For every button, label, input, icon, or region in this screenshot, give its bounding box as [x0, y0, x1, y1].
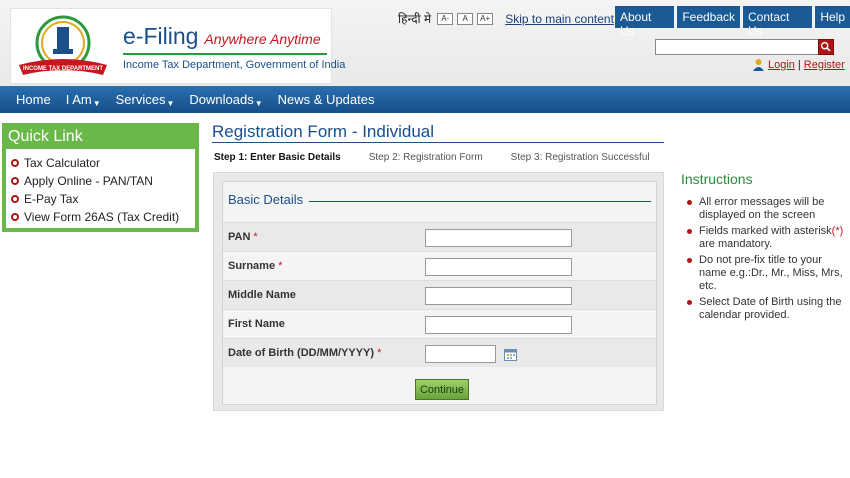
dob-input[interactable] [425, 345, 496, 363]
step-3: Step 3: Registration Successful [510, 152, 650, 163]
login-link[interactable]: Login [768, 59, 795, 71]
brand-name: e-Filing [123, 23, 199, 49]
register-link[interactable]: Register [804, 59, 845, 71]
brand: e-Filing Anywhere Anytime [123, 23, 321, 50]
instruction-text: Fields marked with asterisk [699, 225, 832, 237]
skip-to-main-link[interactable]: Skip to main content [505, 12, 614, 26]
first-name-row: First Name [223, 309, 656, 338]
site-header: INCOME TAX DEPARTMENT e-Filing Anywhere A… [0, 0, 850, 86]
instruction-item: Do not pre-fix title to your name e.g.:D… [686, 254, 848, 293]
quick-link-panel: Quick Link Tax Calculator Apply Online -… [2, 123, 199, 232]
user-icon [753, 59, 764, 71]
nav-news-label: News & Updates [277, 92, 375, 107]
nav-services-label: Services [115, 91, 166, 107]
main-nav: Home I Am▼ Services▼ Downloads▼ News & U… [0, 86, 850, 113]
instruction-item: Fields marked with asterisk(*) are manda… [686, 225, 848, 251]
quick-link-label: Apply Online - PAN/TAN [24, 174, 153, 188]
first-name-label: First Name [228, 318, 285, 330]
quick-link-label: Tax Calculator [24, 156, 101, 170]
top-nav-feedback[interactable]: Feedback [677, 6, 741, 28]
quick-link-form-26as[interactable]: View Form 26AS (Tax Credit) [11, 208, 195, 226]
section-underline [309, 201, 651, 202]
middle-name-label: Middle Name [228, 289, 296, 301]
login-register: Login | Register [752, 58, 845, 71]
instruction-suffix: are mandatory. [699, 238, 773, 250]
nav-home-label: Home [16, 92, 51, 107]
surname-label-text: Surname [228, 260, 276, 272]
top-nav-contact-us[interactable]: Contact Us [743, 6, 813, 38]
middle-name-input[interactable] [425, 287, 572, 305]
quick-link-label: View Form 26AS (Tax Credit) [24, 210, 180, 224]
emblem-ribbon-text: INCOME TAX DEPARTMENT [23, 66, 103, 72]
title-underline [212, 142, 664, 143]
search-button[interactable] [818, 39, 834, 55]
instructions-list: All error messages will be displayed on … [686, 196, 848, 325]
asterisk-note: (*) [831, 225, 844, 237]
quick-link-epay-tax[interactable]: E-Pay Tax [11, 190, 195, 208]
basic-details-panel: Basic Details PAN * Surname * Middle Name … [213, 172, 664, 411]
brand-tagline: Anywhere Anytime [204, 31, 321, 47]
surname-row: Surname * [223, 251, 656, 280]
hindi-language-link[interactable]: हिन्दी मे [398, 10, 431, 27]
instruction-item: All error messages will be displayed on … [686, 196, 848, 222]
bullet-icon [11, 177, 19, 185]
login-separator: | [797, 58, 801, 71]
brand-subtitle: Income Tax Department, Government of Ind… [123, 59, 346, 71]
chevron-down-icon: ▼ [166, 98, 175, 108]
basic-details-form: Basic Details PAN * Surname * Middle Name … [222, 181, 657, 405]
pan-label: PAN * [228, 231, 258, 243]
bullet-icon [11, 213, 19, 221]
bullet-icon [11, 195, 19, 203]
logo-box[interactable]: INCOME TAX DEPARTMENT e-Filing Anywhere A… [10, 8, 345, 84]
brand-underline [123, 53, 327, 55]
income-tax-emblem-icon: INCOME TAX DEPARTMENT [19, 15, 107, 75]
quick-link-tax-calculator[interactable]: Tax Calculator [11, 154, 195, 172]
top-nav-about-us[interactable]: About Us [615, 6, 675, 38]
font-decrease-button[interactable]: A- [437, 12, 454, 25]
pan-row: PAN * [223, 222, 656, 251]
step-2: Step 2: Registration Form [368, 152, 483, 163]
page-title: Registration Form - Individual [212, 122, 435, 141]
nav-downloads-label: Downloads [189, 91, 254, 107]
search-input[interactable] [655, 39, 834, 55]
top-nav-help[interactable]: Help [815, 6, 850, 28]
nav-i-am[interactable]: I Am▼ [66, 92, 101, 108]
first-name-input[interactable] [425, 316, 572, 334]
middle-name-row: Middle Name [223, 280, 656, 309]
calendar-icon[interactable] [504, 348, 517, 361]
required-mark: * [278, 260, 283, 272]
registration-steps: Step 1: Enter Basic Details Step 2: Regi… [214, 152, 678, 163]
chevron-down-icon: ▼ [254, 98, 263, 108]
pan-label-text: PAN [228, 231, 251, 243]
nav-home[interactable]: Home [16, 92, 51, 107]
nav-news-updates[interactable]: News & Updates [278, 92, 375, 107]
dob-label-text: Date of Birth (DD/MM/YYYY) [228, 347, 375, 359]
font-normal-button[interactable]: A [457, 12, 474, 25]
quick-link-label: E-Pay Tax [24, 192, 79, 206]
nav-i-am-label: I Am [65, 91, 92, 107]
step-1: Step 1: Enter Basic Details [214, 152, 341, 163]
section-title: Basic Details [228, 192, 304, 207]
instruction-item: Select Date of Birth using the calendar … [686, 296, 848, 322]
surname-input[interactable] [425, 258, 572, 276]
dob-row: Date of Birth (DD/MM/YYYY) * [223, 338, 656, 367]
instructions-title: Instructions [681, 171, 753, 187]
required-mark: * [253, 231, 258, 243]
search-icon [820, 41, 831, 52]
required-mark: * [377, 347, 382, 359]
nav-downloads[interactable]: Downloads▼ [189, 92, 262, 108]
pan-input[interactable] [425, 229, 572, 247]
quick-link-apply-pan-tan[interactable]: Apply Online - PAN/TAN [11, 172, 195, 190]
bullet-icon [11, 159, 19, 167]
quick-link-title: Quick Link [6, 127, 195, 149]
top-nav: About Us Feedback Contact Us Help [615, 6, 850, 38]
continue-button[interactable]: Continue [415, 379, 469, 400]
font-increase-button[interactable]: A+ [477, 12, 494, 25]
chevron-down-icon: ▼ [92, 98, 101, 108]
utility-bar: हिन्दी मे A- A A+ Skip to main content [398, 10, 614, 27]
dob-label: Date of Birth (DD/MM/YYYY) * [228, 347, 381, 359]
nav-services[interactable]: Services▼ [116, 92, 175, 108]
surname-label: Surname * [228, 260, 282, 272]
